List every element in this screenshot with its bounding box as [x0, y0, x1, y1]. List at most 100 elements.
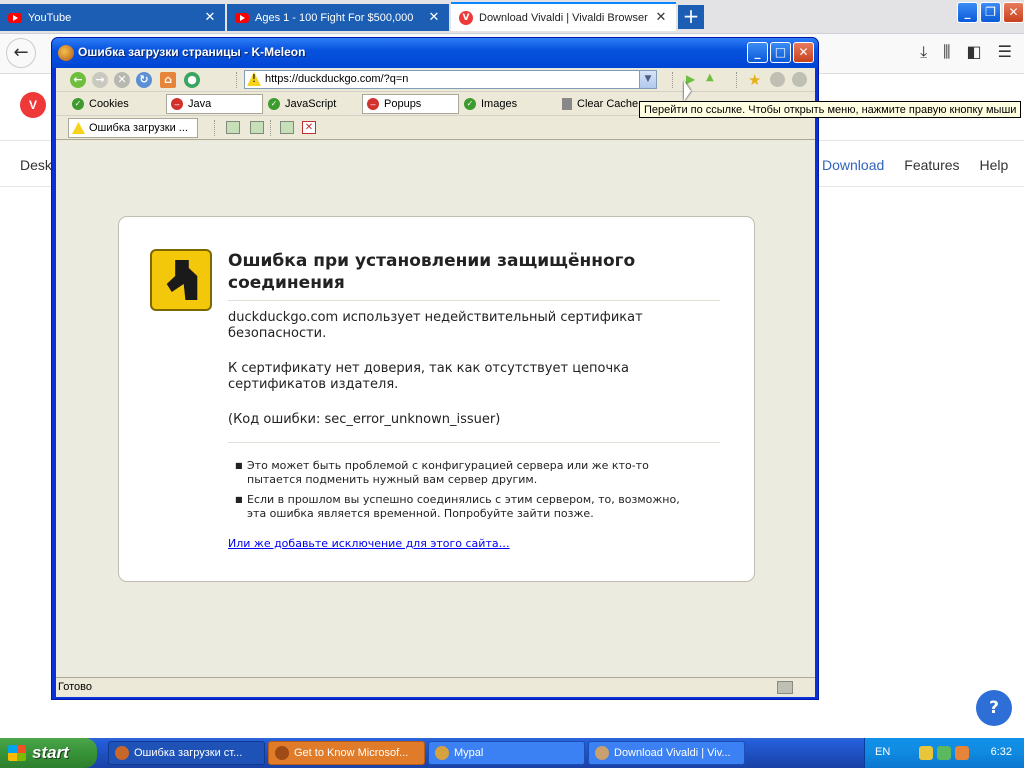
- check-icon: ✓: [72, 98, 84, 110]
- tab-prev-icon[interactable]: [226, 121, 240, 134]
- kmeleon-icon: [58, 45, 74, 61]
- tab-toolbar: Ошибка загрузки ... ✕: [56, 116, 815, 140]
- task-download-vivaldi[interactable]: Download Vivaldi | Viv...: [588, 741, 745, 765]
- url-text[interactable]: https://duckduckgo.com/?q=n: [265, 73, 408, 85]
- separator: [672, 72, 674, 88]
- task-mypal[interactable]: Mypal: [428, 741, 585, 765]
- shield-icon[interactable]: [919, 746, 933, 760]
- toggle-label: Clear Cache: [577, 98, 639, 110]
- tab-youtube[interactable]: YouTube ✕: [0, 4, 225, 31]
- clear-cache-button[interactable]: Clear Cache: [558, 94, 642, 114]
- tab-label: Ошибка загрузки ...: [89, 122, 188, 134]
- toggle-label: Cookies: [89, 98, 129, 110]
- back-icon[interactable]: ←: [70, 72, 86, 88]
- youtube-icon: [235, 12, 249, 23]
- back-button[interactable]: ←: [6, 38, 36, 68]
- task-label: Mypal: [454, 747, 484, 759]
- search-icon[interactable]: [955, 746, 969, 760]
- toggle-javascript[interactable]: ✓ JavaScript: [264, 94, 340, 114]
- error-reason: К сертификату нет доверия, так как отсут…: [228, 361, 629, 392]
- tab-download-vivaldi[interactable]: V Download Vivaldi | Vivaldi Browser ✕: [451, 2, 676, 31]
- tab-ages-video[interactable]: Ages 1 - 100 Fight For $500,000 ✕: [227, 4, 449, 31]
- nav-help-link[interactable]: Help: [980, 157, 1009, 173]
- go-button-tooltip: Перейти по ссылке. Чтобы открыть меню, н…: [639, 101, 1022, 118]
- close-icon[interactable]: ✕: [203, 10, 217, 25]
- lock-icon: [777, 681, 793, 694]
- error-panel: Ошибка при установлении защищённого соед…: [118, 216, 755, 582]
- tab-next-icon[interactable]: [250, 121, 264, 134]
- mouse-cursor-icon: [684, 81, 691, 101]
- start-button[interactable]: start: [0, 738, 97, 768]
- download-icon[interactable]: ⤓: [920, 42, 927, 62]
- task-kmeleon[interactable]: Ошибка загрузки ст...: [108, 741, 265, 765]
- toggle-cookies[interactable]: ✓ Cookies: [68, 94, 133, 114]
- close-tab-icon[interactable]: ✕: [302, 121, 316, 134]
- firefox-tab-bar: YouTube ✕ Ages 1 - 100 Fight For $500,00…: [0, 0, 1024, 34]
- toggle-popups[interactable]: – Popups: [362, 94, 459, 114]
- kmeleon-window: Ошибка загрузки страницы - K-Meleon _ □ …: [51, 37, 819, 700]
- title-bar[interactable]: Ошибка загрузки страницы - K-Meleon _ □ …: [52, 38, 818, 68]
- window-title: Ошибка загрузки страницы - K-Meleon: [78, 45, 306, 59]
- toggle-label: Java: [188, 98, 212, 110]
- vivaldi-nav: Download Features Help: [822, 157, 1008, 173]
- forward-icon[interactable]: →: [92, 72, 108, 88]
- sidebar-icon[interactable]: ◧: [967, 42, 982, 62]
- chevron-down-icon[interactable]: ▼: [639, 71, 656, 88]
- system-tray: EN 6:32: [864, 738, 1024, 768]
- close-button[interactable]: ✕: [793, 42, 814, 63]
- url-bar[interactable]: ! https://duckduckgo.com/?q=n ▼: [244, 70, 657, 89]
- nav-desktop-link[interactable]: Desk: [20, 157, 52, 173]
- language-indicator[interactable]: EN: [875, 746, 890, 758]
- help-button[interactable]: ?: [976, 690, 1012, 726]
- error-hints: Это может быть проблемой с конфигурацией…: [235, 459, 695, 527]
- warning-icon: [72, 122, 85, 134]
- page-content: Ошибка при установлении защищённого соед…: [56, 141, 815, 677]
- taskbar: start Ошибка загрузки ст... Get to Know …: [0, 738, 1024, 768]
- add-exception-link[interactable]: Или же добавьте исключение для этого сай…: [228, 537, 510, 550]
- up-icon[interactable]: ▲: [706, 72, 720, 86]
- toggle-images[interactable]: ✓ Images: [460, 94, 521, 114]
- toggle-label: Images: [481, 98, 518, 110]
- maximize-button[interactable]: □: [770, 42, 791, 63]
- tab-label: Ages 1 - 100 Fight For $500,000: [255, 11, 414, 24]
- new-tab-button[interactable]: +: [678, 5, 704, 29]
- vivaldi-logo[interactable]: V: [20, 92, 46, 118]
- nav-features-link[interactable]: Features: [904, 157, 959, 173]
- task-get-to-know-microsoft[interactable]: Get to Know Microsof...: [268, 741, 425, 765]
- status-text: Готово: [58, 681, 92, 693]
- nav-download-link[interactable]: Download: [822, 157, 884, 173]
- globe-icon[interactable]: ●: [184, 72, 200, 88]
- toggle-label: Popups: [384, 98, 422, 110]
- mypal-icon: [435, 746, 449, 760]
- close-icon[interactable]: ✕: [654, 10, 668, 25]
- vivaldi-icon: V: [459, 10, 473, 25]
- minimize-button[interactable]: _: [747, 42, 768, 63]
- network-icon[interactable]: [937, 746, 951, 760]
- stop-icon[interactable]: ✕: [114, 72, 130, 88]
- restore-button[interactable]: ❐: [980, 2, 1001, 23]
- menu-icon[interactable]: ☰: [998, 42, 1012, 62]
- star-icon[interactable]: ★: [748, 71, 761, 89]
- minimize-button[interactable]: _: [957, 2, 978, 23]
- list-item: Это может быть проблемой с конфигурацией…: [235, 459, 695, 487]
- library-icon[interactable]: ⫼: [943, 42, 950, 62]
- close-button[interactable]: ✕: [1003, 2, 1024, 23]
- history-icon[interactable]: [770, 72, 785, 87]
- reload-icon[interactable]: ↻: [136, 72, 152, 88]
- new-tab-icon[interactable]: [280, 121, 294, 134]
- separator: [736, 72, 738, 88]
- error-code: (Код ошибки: sec_error_unknown_issuer): [228, 412, 501, 427]
- home-icon[interactable]: ⌂: [160, 72, 176, 88]
- toggle-java[interactable]: – Java: [166, 94, 263, 114]
- security-guard-icon: [150, 249, 212, 311]
- toolbar-icons: ⤓ ⫼ ◧ ☰: [920, 42, 1012, 62]
- close-icon[interactable]: ✕: [427, 10, 441, 25]
- firefox-window-controls: _ ❐ ✕: [957, 2, 1024, 23]
- separator: [214, 120, 216, 136]
- settings-icon[interactable]: [792, 72, 807, 87]
- separator: [236, 72, 238, 88]
- tab-label: YouTube: [28, 11, 72, 24]
- blocked-icon: –: [367, 98, 379, 110]
- windows-logo-icon: [8, 745, 26, 761]
- page-tab[interactable]: Ошибка загрузки ...: [68, 118, 198, 138]
